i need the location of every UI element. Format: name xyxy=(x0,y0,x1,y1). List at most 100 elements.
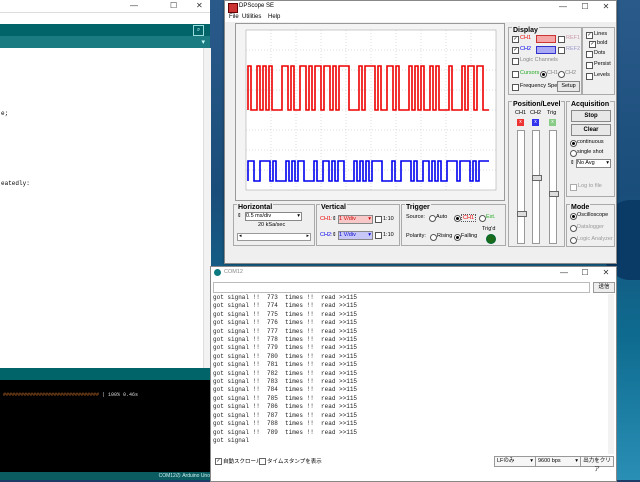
ch1-vdiv-select[interactable]: 1 V/div ▾ xyxy=(338,215,373,224)
trigger-level-slider[interactable] xyxy=(549,130,559,244)
close-icon[interactable]: ✕ xyxy=(598,1,614,13)
timebase-select[interactable]: 0.5 ms/div ▾ xyxy=(245,212,302,221)
display-title: Display xyxy=(512,27,539,34)
avg-spinner-icon[interactable]: ⇕ xyxy=(570,160,575,166)
avg-select[interactable]: No Avg ▾ xyxy=(576,159,611,168)
ch2-position-slider[interactable] xyxy=(532,130,542,244)
clear-output-button[interactable]: 出力をクリア xyxy=(580,456,614,473)
ch2-pos-button[interactable]: x xyxy=(532,119,539,126)
close-icon[interactable]: ✕ xyxy=(598,267,614,278)
progress-hashes: ################################ xyxy=(3,392,100,398)
ch2-vdiv-spinner-icon[interactable]: ⇕ xyxy=(332,232,337,238)
minimize-icon[interactable]: — xyxy=(556,267,572,278)
serial-monitor-icon[interactable]: ⌕ xyxy=(193,25,204,36)
position-level-title: Position/Level xyxy=(512,101,562,108)
code-editor[interactable]: e; eatedly: xyxy=(0,48,210,368)
serial-scrollbar[interactable] xyxy=(608,294,614,454)
ch1-x10-checkbox[interactable] xyxy=(375,216,382,223)
ch2-slider-thumb[interactable] xyxy=(532,175,542,181)
trig-slider-thumb[interactable] xyxy=(549,191,559,197)
baud-select[interactable]: 9600 bps ▾ xyxy=(535,456,581,467)
timestamp-checkbox[interactable] xyxy=(259,458,266,465)
frequency-spectrum-checkbox[interactable] xyxy=(512,84,519,91)
minimize-icon[interactable]: — xyxy=(555,1,571,13)
maximize-icon[interactable]: ☐ xyxy=(170,1,177,10)
serial-line: got signal !! 782 times !! read >>115 xyxy=(213,369,358,377)
minimize-icon[interactable]: — xyxy=(130,1,138,10)
ch2-color-swatch[interactable] xyxy=(536,46,556,54)
serial-line: got signal !! 774 times !! read >>115 xyxy=(213,302,358,310)
continuous-radio[interactable] xyxy=(570,140,577,147)
ch1-color-swatch[interactable] xyxy=(536,35,556,43)
bold-checkbox[interactable]: ✓ xyxy=(589,41,596,48)
tab-menu-icon[interactable]: ▾ xyxy=(201,38,205,46)
logic-channels-checkbox[interactable] xyxy=(512,58,519,65)
pos-trig-label: Trig xyxy=(547,110,557,116)
serial-line: got signal !! 778 times !! read >>115 xyxy=(213,336,358,344)
dpscope-window: DPScope SE — ☐ ✕ File Utilities Help Dis… xyxy=(224,0,617,264)
ch2-x10-checkbox[interactable] xyxy=(375,232,382,239)
autoscroll-checkbox[interactable]: ✓ xyxy=(215,458,222,465)
menu-file[interactable]: File xyxy=(229,14,239,20)
menu-help[interactable]: Help xyxy=(268,14,280,20)
ref2-checkbox[interactable] xyxy=(558,47,565,54)
levels-checkbox[interactable] xyxy=(586,73,593,80)
cursors-checkbox[interactable] xyxy=(512,71,519,78)
trigger-ch1-radio[interactable] xyxy=(454,215,461,222)
ch2-checkbox[interactable]: ✓ xyxy=(512,47,519,54)
ch1-checkbox[interactable]: ✓ xyxy=(512,36,519,43)
polarity-falling-label: Falling xyxy=(461,233,478,239)
acquisition-panel: Acquisition Stop Clear continuous single… xyxy=(566,101,615,197)
serial-input[interactable] xyxy=(213,282,590,293)
trig-pos-button[interactable]: x xyxy=(549,119,556,126)
cursor-ch1-label: CH1 xyxy=(547,70,559,76)
close-icon[interactable]: ✕ xyxy=(196,1,203,10)
cursor-ch1-radio[interactable] xyxy=(540,71,547,78)
menu-utilities[interactable]: Utilities xyxy=(242,14,261,20)
maximize-icon[interactable]: ☐ xyxy=(577,267,593,278)
line-ending-select[interactable]: LFのみ ▾ xyxy=(494,456,536,467)
serial-line: got signal !! 783 times !! read >>115 xyxy=(213,378,358,386)
ch2-vdiv-select[interactable]: 1 V/div ▾ xyxy=(338,231,373,240)
send-button[interactable]: 送信 xyxy=(593,282,615,293)
datalogger-radio[interactable] xyxy=(570,225,577,232)
scroll-left-icon[interactable]: ◂ xyxy=(239,233,242,239)
datalogger-label: Datalogger xyxy=(577,224,604,230)
code-fragment: e; xyxy=(1,110,9,117)
ch1-vdiv-spinner-icon[interactable]: ⇕ xyxy=(332,216,337,222)
timebase-spinner-icon[interactable]: ⇕ xyxy=(237,213,242,219)
timestamp-label: タイムスタンプを表示 xyxy=(267,459,322,465)
ch1-slider-thumb[interactable] xyxy=(517,211,527,217)
ch1-pos-button[interactable]: x xyxy=(517,119,524,126)
horizontal-scrollbar[interactable]: ◂ ▸ xyxy=(237,233,311,241)
clear-button[interactable]: Clear xyxy=(571,124,611,136)
scroll-right-icon[interactable]: ▸ xyxy=(306,233,309,239)
trigger-auto-radio[interactable] xyxy=(429,215,436,222)
scope-graph xyxy=(245,29,497,191)
logic-analyzer-radio[interactable] xyxy=(570,237,577,244)
arduino-icon xyxy=(214,269,221,276)
ref1-checkbox[interactable] xyxy=(558,36,565,43)
serial-line: got signal !! 789 times !! read >>115 xyxy=(213,428,358,436)
mode-panel: Mode Oscilloscope Datalogger Logic Analy… xyxy=(566,204,615,247)
persist-checkbox[interactable] xyxy=(586,62,593,69)
lines-checkbox[interactable]: ✓ xyxy=(586,32,593,39)
polarity-rising-radio[interactable] xyxy=(430,234,437,241)
serial-monitor-window: COM12 — ☐ ✕ 送信 got signal !! 773 times !… xyxy=(210,266,617,482)
upload-progress: ################################ | 100% … xyxy=(3,392,138,398)
single-shot-radio[interactable] xyxy=(570,150,577,157)
stop-button[interactable]: Stop xyxy=(571,110,611,122)
trigger-ext-radio[interactable] xyxy=(479,215,486,222)
maximize-icon[interactable]: ☐ xyxy=(577,1,593,13)
cursor-ch2-radio[interactable] xyxy=(558,71,565,78)
polarity-falling-radio[interactable] xyxy=(454,234,461,241)
log-to-file-checkbox[interactable] xyxy=(570,184,577,191)
persist-label: Persist xyxy=(594,61,611,67)
setup-button[interactable]: Setup xyxy=(557,81,580,92)
logic-channels-label: Logic Channels xyxy=(520,57,558,63)
dots-checkbox[interactable] xyxy=(586,51,593,58)
oscilloscope-radio[interactable] xyxy=(570,213,577,220)
trigger-source-label: Source: xyxy=(406,214,425,220)
mode-title: Mode xyxy=(570,204,591,211)
ch1-position-slider[interactable] xyxy=(517,130,527,244)
